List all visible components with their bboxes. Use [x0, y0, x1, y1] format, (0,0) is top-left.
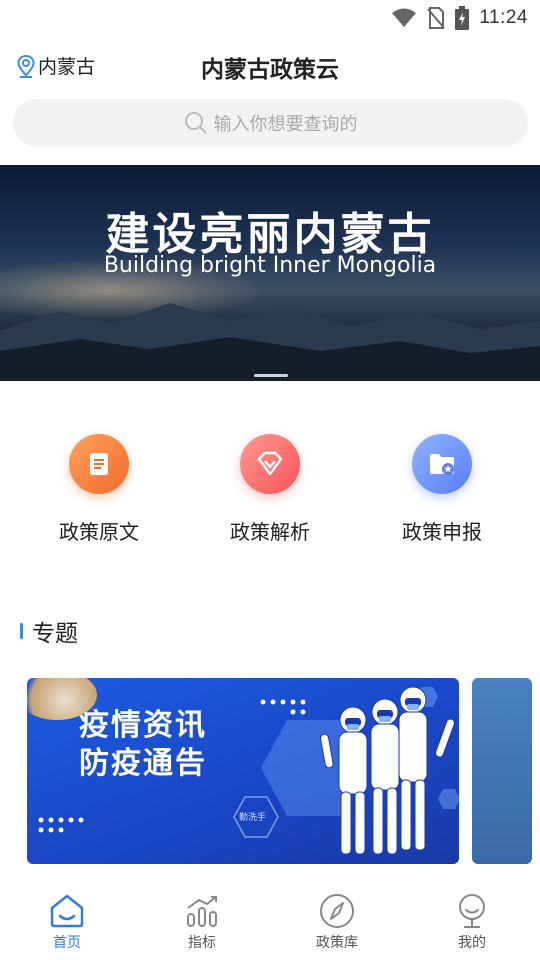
status-bar: 11:24 — [0, 0, 540, 36]
nav-label: 政策库 — [316, 935, 358, 951]
policy-original-button[interactable]: 政策原文 — [14, 434, 184, 545]
compass-icon — [297, 892, 377, 930]
section-title: 专题 — [32, 621, 78, 647]
no-sim-icon — [427, 7, 446, 29]
dots-decoration — [260, 699, 306, 715]
nav-label: 我的 — [458, 935, 486, 951]
status-time: 11:24 — [479, 7, 528, 28]
gem-icon — [240, 434, 300, 494]
search-input[interactable]: 输入你想要查询的 — [13, 99, 528, 147]
nav-item-policy-library[interactable]: 政策库 — [297, 892, 377, 952]
policy-declaration-button[interactable]: 政策申报 — [357, 434, 527, 545]
folder-star-icon — [412, 434, 472, 494]
nav-label: 指标 — [188, 935, 216, 951]
carousel-indicator[interactable] — [254, 374, 288, 377]
home-icon — [27, 892, 107, 930]
dots-decoration-2 — [38, 817, 84, 833]
search-placeholder: 输入你想要查询的 — [213, 114, 358, 135]
section-header: 专题 — [20, 614, 78, 648]
bottom-nav: 首页 指标 政策库 我的 — [0, 880, 540, 960]
quick-action-label: 政策解析 — [230, 520, 310, 544]
mountains-graphic — [0, 303, 540, 381]
banner-subtitle: Building bright Inner Mongolia — [103, 253, 437, 278]
medical-workers-illustration — [320, 686, 455, 855]
document-icon — [69, 434, 129, 494]
section-accent-bar — [20, 623, 23, 639]
card-badge: 勤洗手 — [239, 813, 267, 823]
policy-analysis-button[interactable]: 政策解析 — [185, 434, 355, 545]
topic-card-next[interactable] — [472, 678, 532, 864]
battery-icon — [455, 6, 470, 30]
profile-icon — [432, 892, 512, 930]
card-title-line2: 防疫通告 — [79, 746, 207, 781]
page-title: 内蒙古政策云 — [201, 57, 339, 83]
search-icon — [184, 112, 207, 134]
quick-action-label: 政策原文 — [59, 520, 139, 544]
chart-icon — [162, 892, 242, 930]
header: 内蒙古 内蒙古政策云 — [0, 44, 540, 88]
topic-card-epidemic[interactable]: 疫情资讯 防疫通告 勤洗手 — [27, 678, 459, 864]
banner-carousel[interactable]: 建设亮丽内蒙古 Building bright Inner Mongolia — [0, 165, 540, 381]
nav-item-profile[interactable]: 我的 — [432, 892, 512, 952]
status-icons: 11:24 — [391, 4, 528, 32]
nav-item-indicators[interactable]: 指标 — [162, 892, 242, 952]
quick-action-label: 政策申报 — [402, 520, 482, 544]
nav-item-home[interactable]: 首页 — [27, 892, 107, 952]
quick-actions: 政策原文 政策解析 政策申报 — [0, 434, 540, 554]
nav-label: 首页 — [53, 935, 81, 951]
wifi-icon — [392, 8, 417, 27]
